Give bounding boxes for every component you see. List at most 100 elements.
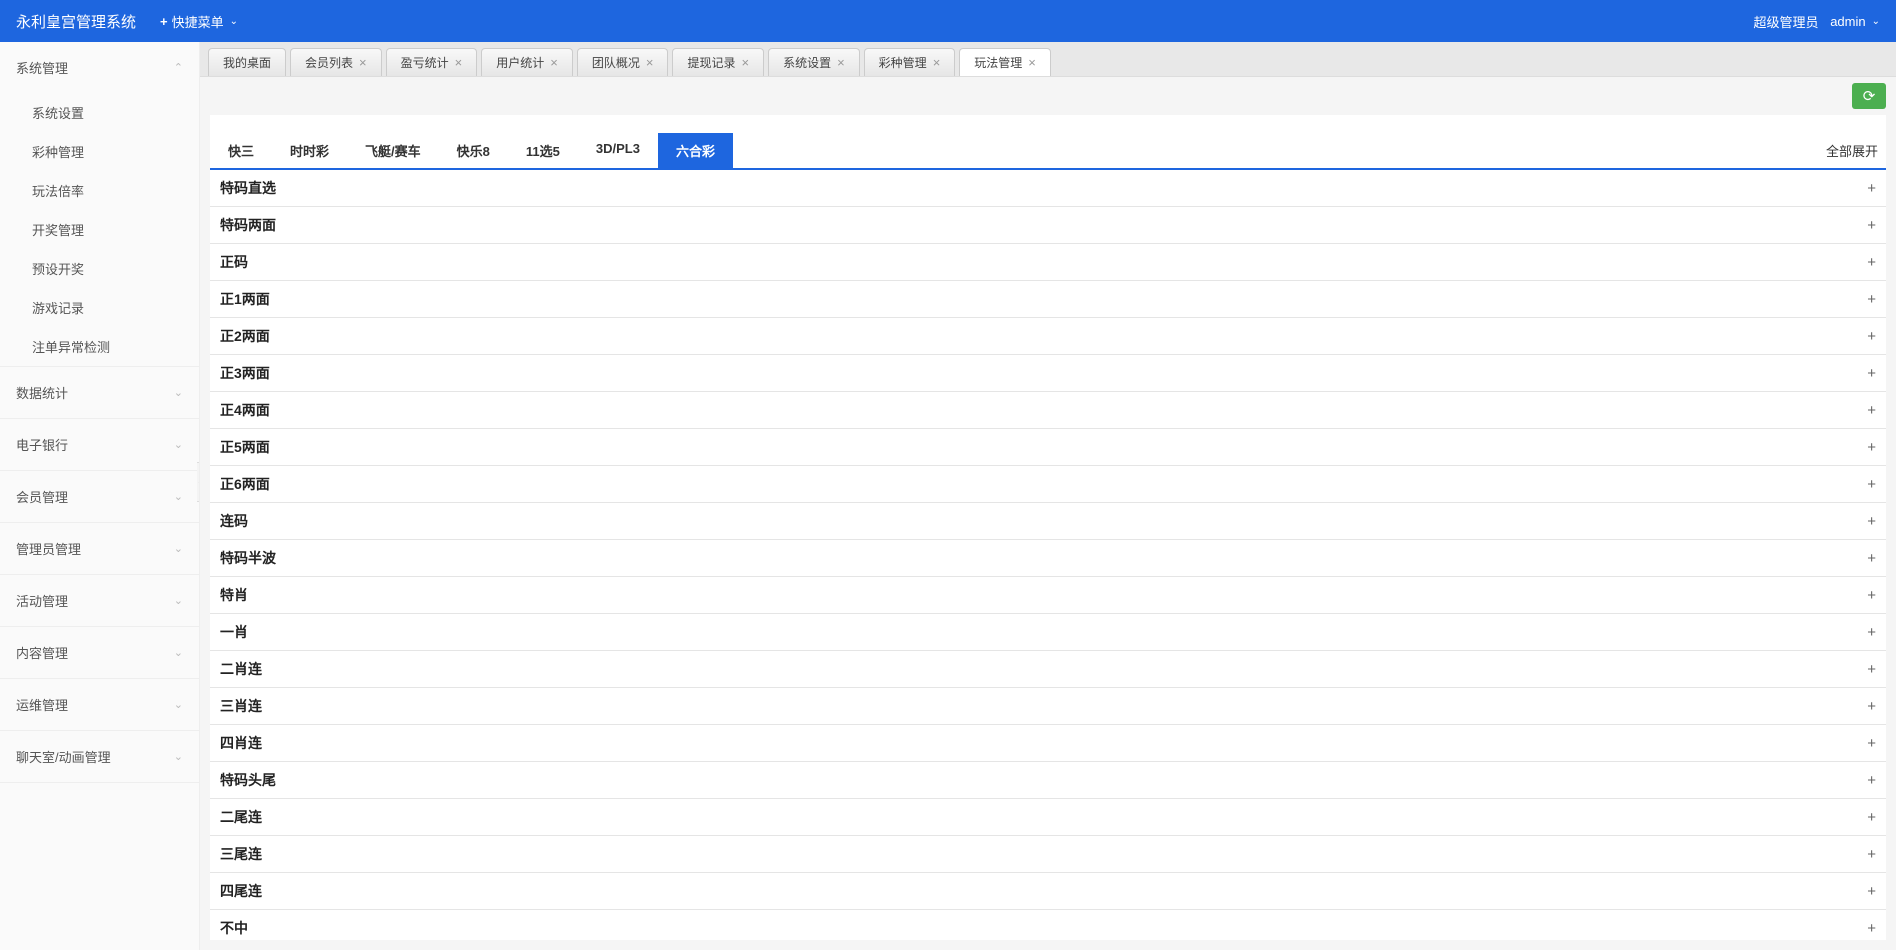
accordion-item-title: 特码直选: [220, 178, 276, 198]
menu-sub-item[interactable]: 注单异常检测: [0, 327, 199, 366]
accordion-item-title: 正6两面: [220, 474, 270, 494]
plus-icon: +: [1867, 254, 1876, 271]
accordion-item[interactable]: 特码半波+: [210, 540, 1886, 577]
menu-sub-item[interactable]: 预设开奖: [0, 249, 199, 288]
close-icon[interactable]: ×: [741, 55, 749, 70]
page-tab-label: 彩种管理: [879, 54, 927, 71]
chevron-down-icon: ⌄: [174, 750, 183, 763]
accordion-item[interactable]: 三肖连 +: [210, 688, 1886, 725]
accordion-item[interactable]: 二尾连+: [210, 799, 1886, 836]
accordion-item[interactable]: 正码 +: [210, 244, 1886, 281]
accordion-item-title: 连码: [220, 511, 248, 531]
menu-sub-item[interactable]: 系统设置: [0, 93, 199, 132]
plus-icon: +: [1867, 587, 1876, 604]
accordion-item[interactable]: 四肖连+: [210, 725, 1886, 762]
menu-group: 电子银行⌄: [0, 419, 199, 471]
accordion-item-title: 正码: [220, 252, 248, 272]
accordion-item-title: 正5两面: [220, 437, 270, 457]
page-tab[interactable]: 系统设置 ×: [768, 48, 860, 76]
page-tab-label: 我的桌面: [223, 54, 271, 71]
chevron-down-icon: ⌄: [174, 646, 183, 659]
page-tab[interactable]: 团队概况 ×: [577, 48, 669, 76]
menu-group-header[interactable]: 数据统计⌄: [0, 367, 199, 418]
accordion-item-title: 一肖: [220, 622, 248, 642]
page-tab-label: 团队概况: [592, 54, 640, 71]
accordion-item[interactable]: 四尾连+: [210, 873, 1886, 910]
accordion-item-title: 三尾连: [220, 844, 262, 864]
accordion-item[interactable]: 连码+: [210, 503, 1886, 540]
menu-group-header[interactable]: 会员管理⌄: [0, 471, 199, 522]
page-tab[interactable]: 用户统计×: [481, 48, 573, 76]
plus-icon: +: [1867, 735, 1876, 752]
page-tab[interactable]: 彩种管理 ×: [864, 48, 956, 76]
page-tab-label: 系统设置: [783, 54, 831, 71]
quick-menu[interactable]: + 快捷菜单 ⌄: [160, 12, 238, 31]
sidebar-collapse-handle[interactable]: ◀: [197, 462, 200, 502]
user-menu[interactable]: 超级管理员 admin ⌄: [1754, 12, 1880, 31]
accordion-item[interactable]: 特码头尾+: [210, 762, 1886, 799]
close-icon[interactable]: ×: [359, 55, 367, 70]
page-tab[interactable]: 会员列表×: [290, 48, 382, 76]
page-tab-label: 玩法管理: [974, 54, 1022, 71]
accordion-item[interactable]: 正2两面+: [210, 318, 1886, 355]
page-tab[interactable]: 盈亏统计×: [386, 48, 478, 76]
accordion-item[interactable]: 特码直选+: [210, 170, 1886, 207]
category-tab[interactable]: 六合彩: [658, 133, 733, 168]
menu-group: 系统管理⌃系统设置彩种管理玩法倍率开奖管理预设开奖游戏记录注单异常检测: [0, 42, 199, 367]
accordion-item[interactable]: 特码两面+: [210, 207, 1886, 244]
accordion-item[interactable]: 正1两面+: [210, 281, 1886, 318]
close-icon[interactable]: ×: [933, 55, 941, 70]
category-tab[interactable]: 11选5: [508, 133, 578, 168]
menu-sub-item[interactable]: 游戏记录: [0, 288, 199, 327]
category-tab[interactable]: 3D/PL3: [578, 133, 658, 168]
category-tab[interactable]: 快三: [210, 133, 272, 168]
menu-group-header[interactable]: 系统管理⌃: [0, 42, 199, 93]
menu-sub-item[interactable]: 彩种管理: [0, 132, 199, 171]
accordion-item-title: 三肖连: [220, 696, 262, 716]
menu-group: 会员管理⌄: [0, 471, 199, 523]
accordion-item[interactable]: 特肖 +: [210, 577, 1886, 614]
category-row: 快三时时彩飞艇/赛车快乐811选53D/PL3六合彩 全部展开: [210, 133, 1886, 170]
content: 快三时时彩飞艇/赛车快乐811选53D/PL3六合彩 全部展开 特码直选+特码两…: [210, 115, 1886, 940]
accordion-item-title: 特肖: [220, 585, 248, 605]
menu-group-label: 活动管理: [16, 591, 68, 610]
close-icon[interactable]: ×: [1028, 55, 1036, 70]
accordion-item[interactable]: 一肖+: [210, 614, 1886, 651]
menu-group-header[interactable]: 聊天室/动画管理⌄: [0, 731, 199, 782]
menu-group-label: 运维管理: [16, 695, 68, 714]
menu-group-header[interactable]: 电子银行⌄: [0, 419, 199, 470]
chevron-down-icon: ⌄: [174, 438, 183, 451]
close-icon[interactable]: ×: [550, 55, 558, 70]
menu-sub-list: 系统设置彩种管理玩法倍率开奖管理预设开奖游戏记录注单异常检测: [0, 93, 199, 366]
accordion-item[interactable]: 三尾连+: [210, 836, 1886, 873]
plus-icon: +: [1867, 476, 1876, 493]
menu-group-label: 管理员管理: [16, 539, 81, 558]
close-icon[interactable]: ×: [646, 55, 654, 70]
page-tab[interactable]: 提现记录×: [672, 48, 764, 76]
menu-sub-item[interactable]: 开奖管理: [0, 210, 199, 249]
accordion-item[interactable]: 不中+: [210, 910, 1886, 940]
accordion-item[interactable]: 正5两面+: [210, 429, 1886, 466]
accordion-item[interactable]: 正3两面+: [210, 355, 1886, 392]
menu-group-header[interactable]: 活动管理⌄: [0, 575, 199, 626]
category-tab[interactable]: 飞艇/赛车: [347, 133, 439, 168]
accordion-item[interactable]: 正6两面 +: [210, 466, 1886, 503]
menu-group-header[interactable]: 管理员管理⌄: [0, 523, 199, 574]
close-icon[interactable]: ×: [837, 55, 845, 70]
expand-all-button[interactable]: 全部展开: [1818, 141, 1886, 160]
menu-group-header[interactable]: 内容管理⌄: [0, 627, 199, 678]
page-tab[interactable]: 玩法管理 ×: [959, 48, 1051, 76]
refresh-button[interactable]: ⟳: [1852, 83, 1886, 109]
category-tab[interactable]: 时时彩: [272, 133, 347, 168]
page-tab[interactable]: 我的桌面: [208, 48, 286, 76]
plus-icon: +: [1867, 550, 1876, 567]
menu-group-header[interactable]: 运维管理⌄: [0, 679, 199, 730]
accordion-item[interactable]: 正4两面+: [210, 392, 1886, 429]
accordion-item[interactable]: 二肖连+: [210, 651, 1886, 688]
menu-sub-item[interactable]: 玩法倍率: [0, 171, 199, 210]
menu-group-label: 数据统计: [16, 383, 68, 402]
content-toolbar: ⟳: [200, 76, 1896, 115]
close-icon[interactable]: ×: [455, 55, 463, 70]
category-tab[interactable]: 快乐8: [439, 133, 508, 168]
plus-icon: +: [1867, 698, 1876, 715]
